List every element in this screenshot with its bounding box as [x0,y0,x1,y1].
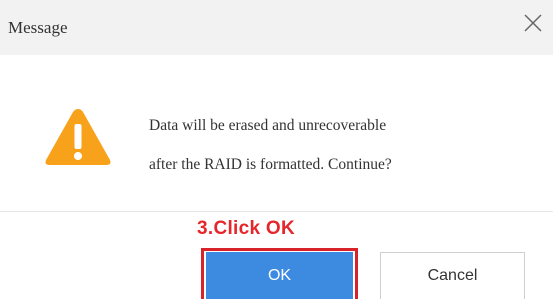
close-icon[interactable] [522,12,544,34]
warning-triangle-icon [43,106,113,168]
dialog-divider [0,211,553,212]
dialog-titlebar: Message [0,0,553,55]
instruction-annotation: 3.Click OK [197,218,296,239]
dialog-title: Message [8,18,68,37]
cancel-button[interactable]: Cancel [380,252,525,299]
message-text-line2: after the RAID is formatted. Continue? [149,156,392,173]
message-dialog: Message Data will be erased and unrecove… [0,0,553,299]
message-text-line1: Data will be erased and unrecoverable [149,117,387,134]
ok-button[interactable]: OK [206,252,353,299]
